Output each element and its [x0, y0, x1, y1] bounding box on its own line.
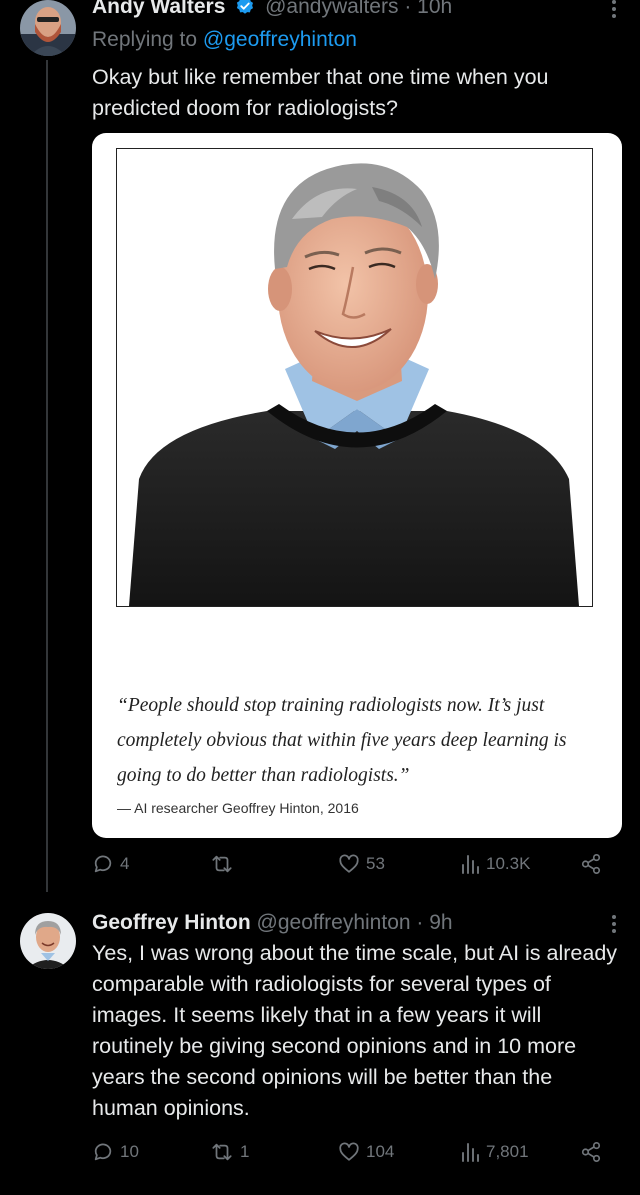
views-button[interactable]: 10.3K	[460, 853, 530, 875]
views-count: 10.3K	[486, 854, 531, 873]
hinton-photo	[116, 148, 593, 607]
views-icon	[462, 855, 479, 874]
reply-icon	[94, 855, 112, 873]
reply-count: 10	[120, 1142, 139, 1161]
author-handle-time[interactable]: @geoffreyhinton · 9h	[257, 911, 453, 934]
like-count: 53	[366, 854, 385, 873]
like-count: 104	[366, 1142, 395, 1161]
share-icon	[581, 1142, 601, 1162]
more-icon[interactable]	[612, 0, 616, 21]
replying-to: Replying to @geoffreyhinton	[92, 28, 357, 52]
more-icon[interactable]	[612, 915, 616, 936]
author-name[interactable]: Geoffrey Hinton	[92, 911, 251, 934]
retweet-button[interactable]	[210, 853, 240, 875]
share-button[interactable]	[580, 853, 602, 875]
thread-line	[46, 60, 48, 892]
author-name[interactable]: Andy Walters	[92, 0, 225, 18]
reply-icon	[94, 1143, 112, 1161]
views-icon	[462, 1143, 479, 1162]
reply-button[interactable]: 10	[92, 1141, 139, 1163]
like-icon	[339, 854, 359, 873]
like-icon	[339, 1142, 359, 1161]
share-icon	[581, 854, 601, 874]
share-button[interactable]	[580, 1141, 602, 1163]
media-card[interactable]: “People should stop training radiologist…	[92, 133, 622, 838]
tweet-header: Geoffrey Hinton @geoffreyhinton · 9h	[92, 910, 453, 936]
verified-badge-icon	[237, 0, 254, 14]
like-button[interactable]: 53	[338, 853, 385, 875]
avatar-geoffrey-hinton[interactable]	[20, 913, 76, 969]
retweet-count: 1	[240, 1142, 250, 1161]
author-handle-time[interactable]: @andywalters · 10h	[265, 0, 452, 18]
retweet-button[interactable]: 1	[210, 1141, 249, 1163]
views-count: 7,801	[486, 1142, 529, 1161]
tweet-actions: 10 1 104 7,801	[92, 1141, 612, 1171]
card-attribution: — AI researcher Geoffrey Hinton, 2016	[117, 800, 359, 816]
reply-count: 4	[120, 854, 130, 873]
retweet-icon	[212, 855, 232, 873]
replying-mention-link[interactable]: @geoffreyhinton	[203, 28, 357, 51]
reply-button[interactable]: 4	[92, 853, 129, 875]
like-button[interactable]: 104	[338, 1141, 394, 1163]
tweet-text: Okay but like remember that one time whe…	[92, 65, 549, 120]
tweet-header: Andy Walters @andywalters · 10h	[92, 0, 452, 20]
tweet-actions: 4 53 10.3K	[92, 853, 612, 883]
replying-prefix: Replying to	[92, 28, 203, 51]
views-button[interactable]: 7,801	[460, 1141, 529, 1163]
retweet-icon	[212, 1143, 232, 1161]
card-quote: “People should stop training radiologist…	[117, 695, 567, 786]
tweet-text: Yes, I was wrong about the time scale, b…	[92, 941, 618, 1120]
avatar-andy-walters[interactable]	[20, 0, 76, 56]
